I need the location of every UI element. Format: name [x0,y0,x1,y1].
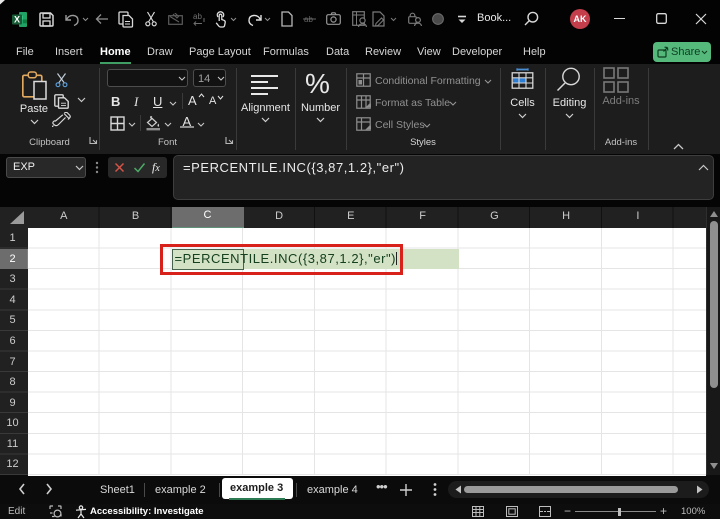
svg-text:ab: ab [193,12,202,21]
svg-text:X: X [14,15,20,25]
